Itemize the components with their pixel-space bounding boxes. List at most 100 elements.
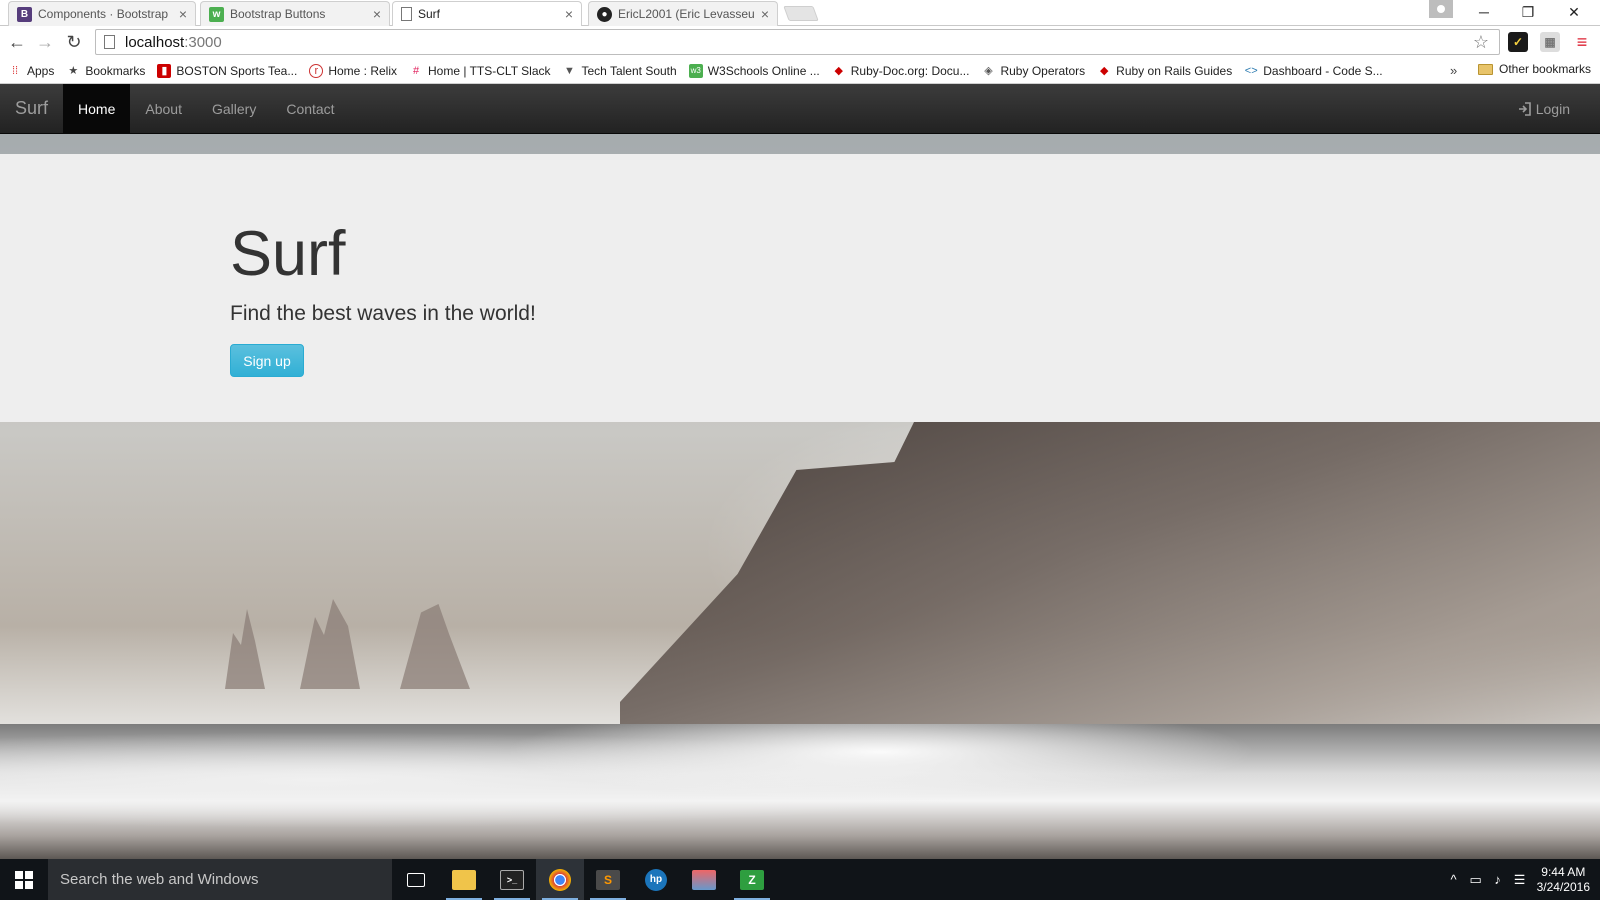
address-bar[interactable]: localhost:3000 ☆ [95, 29, 1500, 55]
reload-icon[interactable]: ↻ [62, 30, 86, 54]
folder-icon [1478, 63, 1493, 75]
other-bookmarks[interactable]: Other bookmarks [1478, 62, 1591, 76]
taskbar-hp[interactable]: hp [632, 859, 680, 900]
bookmark-apps[interactable]: ⁞⁞ Apps [8, 64, 54, 78]
tab-surf[interactable]: Surf × [392, 1, 582, 26]
chrome-icon [549, 868, 571, 891]
bookmark-ruby-operators[interactable]: ◈ Ruby Operators [981, 64, 1085, 78]
bookmark-label: Ruby Operators [1000, 63, 1086, 78]
bookmark-w3schools[interactable]: w3 W3Schools Online ... [688, 63, 820, 78]
hero-title: Surf [230, 219, 346, 289]
close-icon[interactable]: × [761, 6, 769, 22]
other-bookmarks-label: Other bookmarks [1499, 62, 1592, 76]
chevron-up-icon[interactable]: ^ [1443, 872, 1465, 887]
forward-arrow-icon[interactable]: → [33, 30, 57, 54]
tab-github[interactable]: ● EricL2001 (Eric Levasseur) × [588, 1, 778, 26]
new-tab-button[interactable] [783, 6, 819, 21]
folder-icon [452, 869, 476, 890]
start-button[interactable] [0, 859, 48, 900]
slack-icon: # [412, 64, 420, 77]
taskbar-chrome[interactable] [536, 859, 584, 900]
tab-title: Bootstrap Buttons [230, 7, 326, 21]
login-label: Login [1535, 101, 1570, 117]
apps-grid-icon: ⁞⁞ [11, 64, 19, 77]
bookmark-rails-guides[interactable]: ◆ Ruby on Rails Guides [1097, 64, 1232, 78]
tts-icon: ▼ [564, 64, 575, 77]
notifications-icon[interactable]: ☰ [1509, 872, 1531, 888]
url-host: localhost [125, 33, 185, 51]
battery-icon[interactable]: ▭ [1465, 872, 1487, 888]
rails-icon: ◆ [1099, 65, 1109, 77]
site-brand[interactable]: Surf [0, 84, 63, 133]
bookmark-label: BOSTON Sports Tea... [176, 63, 298, 78]
terminal-icon: >_ [500, 869, 524, 890]
bookmark-label: Home | TTS-CLT Slack [428, 63, 551, 78]
page-icon [401, 7, 412, 21]
bookmark-dashboard-code[interactable]: <> Dashboard - Code S... [1244, 63, 1383, 78]
taskbar-clock[interactable]: 9:44 AM 3/24/2016 [1537, 865, 1590, 895]
nav-about[interactable]: About [130, 84, 197, 133]
volume-icon[interactable]: ♪ [1487, 872, 1509, 887]
bookmark-label: Dashboard - Code S... [1263, 63, 1383, 78]
windows-taskbar: Search the web and Windows >_ S hp Z ^ ▭… [0, 859, 1600, 900]
back-arrow-icon[interactable]: ← [5, 30, 29, 54]
nav-home[interactable]: Home [63, 84, 131, 133]
browser-toolbar: ← → ↻ localhost:3000 ☆ ✓ ▦ ≡ [0, 26, 1600, 58]
windows-logo-icon [15, 870, 33, 889]
system-tray: ^ ▭ ♪ ☰ 9:44 AM 3/24/2016 [1443, 859, 1600, 900]
taskbar-zend[interactable]: Z [728, 859, 776, 900]
restore-icon[interactable]: ❐ [1506, 0, 1550, 24]
bookmark-label: W3Schools Online ... [707, 63, 820, 78]
nav-contact[interactable]: Contact [271, 84, 349, 133]
tab-title: EricL2001 (Eric Levasseur) [618, 7, 755, 21]
star-icon: ★ [68, 65, 79, 77]
browser-tab-strip: B Components · Bootstrap × w Bootstrap B… [0, 0, 1600, 26]
tab-title: Surf [418, 7, 441, 21]
page-viewport: Surf Home About Gallery Contact Login Su… [0, 84, 1600, 859]
taskbar-app[interactable] [680, 859, 728, 900]
login-link[interactable]: Login [1518, 84, 1570, 134]
taskbar-terminal[interactable]: >_ [488, 859, 536, 900]
taskbar-file-explorer[interactable] [440, 859, 488, 900]
url-port: :3000 [184, 33, 222, 51]
relix-icon: r [309, 63, 324, 78]
chrome-menu-icon[interactable]: ≡ [1572, 32, 1592, 52]
bookmark-bookmarks[interactable]: ★ Bookmarks [66, 64, 145, 78]
bookmark-boston[interactable]: ▮ BOSTON Sports Tea... [157, 63, 298, 78]
bookmark-label: Apps [27, 63, 55, 78]
hero-subtitle: Find the best waves in the world! [230, 302, 536, 325]
bookmark-label: Ruby-Doc.org: Docu... [850, 63, 970, 78]
bookmark-label: Tech Talent South [581, 63, 677, 78]
clock-time: 9:44 AM [1541, 864, 1586, 879]
taskbar-sublime[interactable]: S [584, 859, 632, 900]
tab-components-bootstrap[interactable]: B Components · Bootstrap × [8, 1, 196, 26]
task-view-button[interactable] [392, 859, 440, 900]
close-window-icon[interactable]: ✕ [1552, 0, 1596, 24]
profile-avatar-icon[interactable] [1429, 0, 1453, 18]
nav-gallery[interactable]: Gallery [197, 84, 271, 133]
w3schools-icon: w [209, 6, 224, 22]
w3schools-icon: w3 [688, 63, 703, 78]
extension-puzzle-icon[interactable]: ▦ [1540, 32, 1560, 52]
sign-up-button[interactable]: Sign up [230, 344, 304, 377]
github-icon: ● [597, 6, 612, 22]
bookmark-relix[interactable]: r Home : Relix [309, 63, 398, 78]
bookmark-star-icon[interactable]: ☆ [1473, 32, 1489, 53]
bookmark-tech-talent-south[interactable]: ▼ Tech Talent South [563, 64, 677, 78]
tab-bootstrap-buttons[interactable]: w Bootstrap Buttons × [200, 1, 390, 26]
login-icon [1518, 102, 1531, 116]
bookmarks-overflow-button[interactable]: » [1450, 63, 1457, 78]
bookmark-label: Bookmarks [85, 63, 146, 78]
bookmark-label: Home : Relix [328, 63, 398, 78]
jumbotron: Surf Find the best waves in the world! S… [0, 154, 1600, 422]
minimize-icon[interactable]: ─ [1462, 0, 1506, 24]
ruby-doc-icon: ◆ [834, 65, 843, 77]
close-icon[interactable]: × [565, 6, 573, 22]
bookmark-slack[interactable]: # Home | TTS-CLT Slack [409, 63, 551, 78]
taskbar-search-input[interactable]: Search the web and Windows [48, 859, 392, 900]
extension-check-icon[interactable]: ✓ [1508, 32, 1528, 52]
close-icon[interactable]: × [373, 6, 381, 22]
bookmark-ruby-doc[interactable]: ◆ Ruby-Doc.org: Docu... [832, 64, 970, 78]
ruby-operators-icon: ◈ [984, 65, 993, 77]
close-icon[interactable]: × [179, 6, 187, 22]
